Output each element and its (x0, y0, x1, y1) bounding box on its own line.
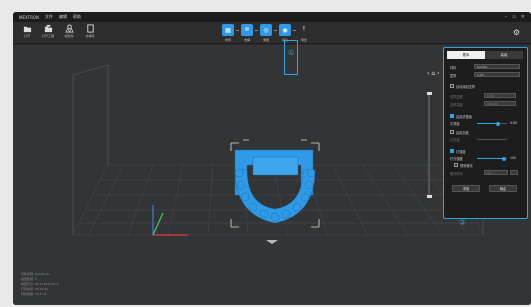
model-info: 文件名称: Dental.stl 模型数量: 1 模型尺寸: 55.2x48.6… (21, 272, 59, 297)
exposure-input[interactable]: 10 (484, 170, 508, 175)
apply-button[interactable]: 确定 (489, 185, 517, 192)
slider-a-label: 平滑度 (450, 122, 460, 126)
close-icon[interactable]: ✕ (521, 14, 525, 20)
step-support-label: 支撑 (243, 38, 250, 42)
maximize-icon[interactable]: ▫ (512, 14, 515, 20)
support-icon: ⛯ (241, 24, 253, 36)
screenshot-frame: MEXTRON 文件 编辑 帮助 – ▫ ✕ 打开 打开工程 模型库 支撑库 ▦… (0, 0, 531, 307)
file-tools: 打开 打开工程 模型库 支撑库 (19, 24, 98, 38)
slice-icon: ◉ (279, 24, 291, 36)
auto-support-label: 自动添加支撑 (456, 85, 476, 89)
main-toolbar: 打开 打开工程 模型库 支撑库 ▦ 布局 ⛯ 支撑 ◎ 测量 ◉ 切片 ⤒ 导出… (13, 22, 531, 44)
layer-slider-bottom-knob[interactable] (426, 195, 432, 198)
front-marker-icon (266, 240, 278, 244)
open-button[interactable]: 打开 (19, 24, 35, 38)
slider-gray[interactable] (477, 139, 507, 140)
open-label: 打开 (23, 34, 30, 38)
panel-tabs: 基本 高级 (447, 51, 523, 59)
disable-exposure-checkbox[interactable] (454, 163, 458, 167)
tab-advanced[interactable]: 高级 (485, 51, 523, 59)
menu-edit[interactable]: 编辑 (59, 14, 67, 20)
model-library-button[interactable]: 模型库 (61, 24, 77, 38)
step-connector (293, 30, 296, 31)
callout-marker-1: ① (287, 49, 295, 57)
slider-a-fill (477, 123, 498, 124)
view-navigator[interactable]: ‹ ⌂ › (427, 70, 439, 77)
light-slider-knob[interactable] (502, 156, 506, 161)
menu-file[interactable]: 文件 (45, 14, 53, 20)
home-icon[interactable]: ⌂ (431, 70, 435, 77)
chevron-right-icon[interactable]: › (437, 70, 439, 77)
build-plate-grid (72, 164, 484, 236)
enable-d-label: 灯强度 (456, 150, 466, 154)
light-value: 100 (510, 156, 517, 160)
layer-select[interactable]: 0.05 (474, 72, 520, 77)
enable-d-checkbox[interactable] (450, 149, 454, 153)
project-icon (44, 24, 52, 33)
field-b-input[interactable]: 100.00 (484, 101, 516, 106)
library-icon (64, 24, 74, 33)
enable-c-label: 灯光值 (450, 138, 460, 142)
support-library-label: 支撑库 (85, 34, 95, 38)
dental-model (234, 149, 316, 224)
step-connector (274, 30, 277, 31)
auto-support-checkbox[interactable] (450, 84, 454, 88)
material-label: 材料 (450, 66, 457, 70)
app-name: MEXTRON (19, 14, 40, 20)
open-project-button[interactable]: 打开工程 (40, 24, 56, 38)
reset-button[interactable]: 重置 (452, 185, 480, 192)
step-measure[interactable]: ◎ 测量 (260, 24, 272, 42)
material-select[interactable]: Dental (474, 64, 520, 69)
enable-a-checkbox[interactable] (450, 114, 454, 118)
step-layout[interactable]: ▦ 布局 (222, 24, 234, 42)
chevron-left-icon[interactable]: ‹ (427, 70, 429, 77)
step-export-label: 导出 (300, 38, 307, 42)
folder-icon (23, 26, 31, 33)
enable-b-label: 启用灰度 (456, 131, 469, 135)
slider-a-value: 0.80 (510, 121, 518, 125)
layer-slider-top-knob[interactable] (426, 92, 432, 95)
slider-a-knob[interactable] (496, 121, 500, 126)
light-slider-fill (477, 158, 504, 159)
field-a-input[interactable]: 0.50 (484, 93, 516, 98)
open-project-label: 打开工程 (41, 34, 54, 38)
settings-panel: 基本 高级 材料 Dental 层厚 0.05 自动添加支撑 支撑密度 0.50… (443, 47, 528, 219)
panel-callout: ② (459, 218, 467, 227)
measure-icon: ◎ (260, 24, 272, 36)
light-label: 灯光强度 (450, 157, 463, 161)
menu-help[interactable]: 帮助 (73, 14, 81, 20)
toolbar-callout: ① (284, 40, 298, 75)
field-a-label: 支撑密度 (450, 95, 463, 99)
enable-a-label: 启用抗锯齿 (456, 115, 472, 119)
axis-gizmo (152, 205, 188, 236)
minimize-icon[interactable]: – (505, 14, 508, 20)
exposure-label: 曝光时间 (450, 172, 463, 176)
model-library-label: 模型库 (64, 34, 74, 38)
disable-exposure-label: 禁用曝光 (460, 164, 473, 168)
step-export[interactable]: ⤒ 导出 (298, 24, 310, 42)
step-layout-label: 布局 (224, 38, 231, 42)
tab-basic[interactable]: 基本 (447, 51, 485, 59)
title-bar: MEXTRON 文件 编辑 帮助 – ▫ ✕ (13, 12, 531, 22)
field-b-label: 支撑高度 (450, 103, 463, 107)
step-connector (255, 30, 258, 31)
step-support[interactable]: ⛯ 支撑 (241, 24, 253, 42)
file-icon (86, 24, 94, 33)
gear-icon[interactable]: ⚙ (513, 28, 520, 37)
slider-a[interactable] (477, 121, 507, 126)
step-connector (236, 30, 239, 31)
enable-b-checkbox[interactable] (450, 130, 454, 134)
layer-slider[interactable] (426, 92, 432, 198)
layout-icon: ▦ (222, 24, 234, 36)
export-icon: ⤒ (302, 26, 306, 33)
app-window: MEXTRON 文件 编辑 帮助 – ▫ ✕ 打开 打开工程 模型库 支撑库 ▦… (13, 12, 531, 305)
layer-label: 层厚 (450, 74, 457, 78)
light-slider[interactable] (477, 156, 507, 161)
window-controls: – ▫ ✕ (505, 14, 525, 20)
step-measure-label: 测量 (262, 38, 269, 42)
exposure-unit-box[interactable] (510, 170, 518, 175)
support-library-button[interactable]: 支撑库 (82, 24, 98, 38)
info-line: 材料用量: 12.6 ml (21, 292, 47, 296)
